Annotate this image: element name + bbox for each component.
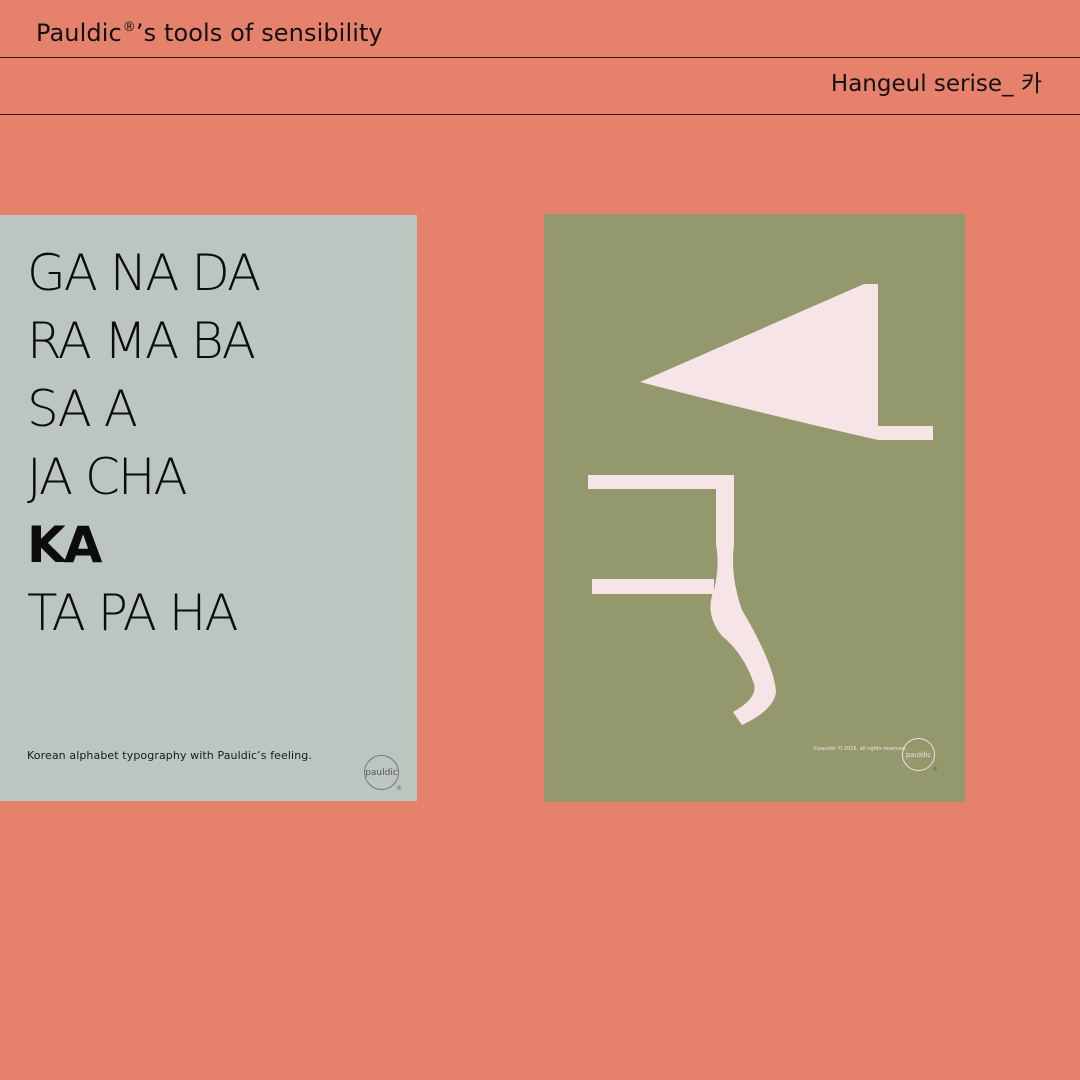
- poster-caption: Korean alphabet typography with Pauldic’…: [27, 749, 312, 762]
- pauldic-logo: pauldic ®: [902, 738, 938, 773]
- glyph-stroke-upper-bar: [588, 475, 734, 489]
- logo-registered-mark: ®: [932, 766, 938, 773]
- syllable-line: RA MA BA: [27, 312, 256, 370]
- header-divider-top: [0, 57, 1080, 58]
- series-title: Hangeul serise_ 카: [830, 71, 1042, 97]
- pauldic-logo: pauldic ®: [364, 755, 402, 792]
- glyph-stroke-tail: [710, 475, 776, 725]
- brand-title: Pauldic®’s tools of sensibility: [36, 12, 383, 49]
- logo-text: pauldic: [905, 750, 932, 759]
- logo-registered-mark: ®: [396, 785, 402, 792]
- right-poster: ©pauldic 카 2016. all rights reserved. pa…: [544, 214, 965, 802]
- logo-text: pauldic: [365, 767, 398, 778]
- syllable-line: GA NA DA: [27, 244, 261, 302]
- syllable-list: GA NA DA RA MA BA SA A JA CHA KA TA PA H…: [27, 239, 261, 647]
- brand-name: Pauldic: [36, 19, 122, 47]
- syllable-line: JA CHA: [27, 448, 188, 506]
- brand-suffix: ’s tools of sensibility: [135, 19, 383, 47]
- glyph-stroke-triangle: [640, 284, 933, 440]
- copyright-notice: ©pauldic 카 2016. all rights reserved.: [813, 746, 907, 752]
- registered-mark: ®: [122, 20, 136, 35]
- syllable-line: SA A: [27, 380, 138, 438]
- left-poster: GA NA DA RA MA BA SA A JA CHA KA TA PA H…: [0, 215, 417, 801]
- syllable-line-highlight: KA: [27, 516, 102, 574]
- glyph-stroke-lower-bar: [592, 579, 714, 594]
- header-divider-bottom: [0, 114, 1080, 115]
- syllable-line: TA PA HA: [27, 584, 239, 642]
- ka-glyph-illustration: [588, 284, 933, 725]
